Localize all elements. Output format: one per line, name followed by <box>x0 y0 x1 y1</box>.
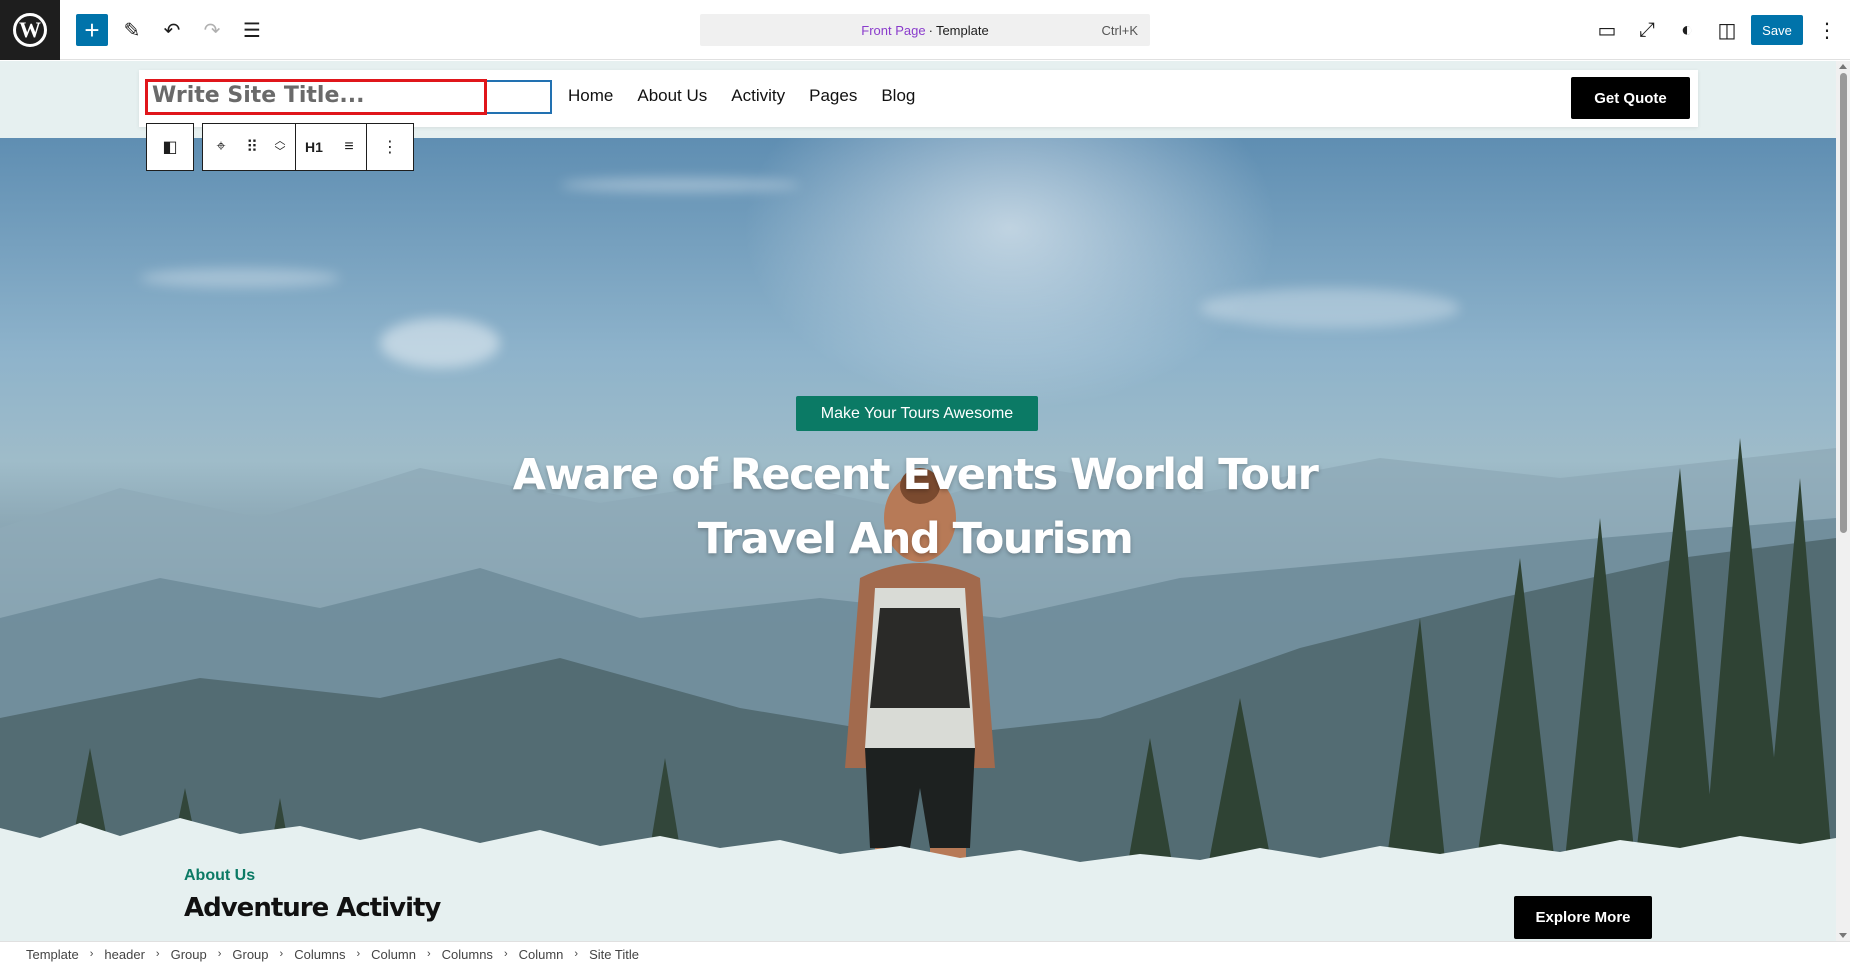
chevron-right-icon: › <box>155 948 160 960</box>
torn-paper-edge <box>0 818 1836 908</box>
command-palette-bar[interactable]: Front Page · Template Ctrl+K <box>700 14 1150 46</box>
list-view-icon: ☰ <box>243 19 261 42</box>
heading-level-button[interactable]: H1 <box>296 124 332 170</box>
options-button[interactable]: ⋮ <box>1811 14 1843 46</box>
contrast-icon: ◐ <box>1680 18 1694 41</box>
location-pin-icon: ⌖ <box>216 138 226 155</box>
scroll-down-arrow[interactable] <box>1839 933 1847 938</box>
block-options-button[interactable]: ⋮ <box>367 124 413 170</box>
columns-icon: ◧ <box>162 139 178 156</box>
align-button[interactable]: ≡ <box>332 124 366 170</box>
cloud-shape <box>140 268 340 288</box>
chevron-right-icon: › <box>574 948 579 960</box>
plus-icon: + <box>84 15 100 45</box>
nav-item-activity[interactable]: Activity <box>731 86 785 106</box>
nav-item-pages[interactable]: Pages <box>809 86 857 106</box>
breadcrumb-item[interactable]: header <box>104 947 144 962</box>
pencil-icon: ✎ <box>123 19 141 42</box>
chevron-right-icon: › <box>279 948 284 960</box>
settings-sidebar-button[interactable]: ◫ <box>1711 14 1743 46</box>
chevron-right-icon: › <box>356 948 361 960</box>
canvas-scrollbar[interactable] <box>1836 61 1850 941</box>
undo-button[interactable]: ↶ <box>156 14 188 46</box>
hero-badge-button[interactable]: Make Your Tours Awesome <box>796 396 1038 431</box>
redo-button[interactable]: ↷ <box>196 14 228 46</box>
about-heading[interactable]: Adventure Activity <box>184 893 441 923</box>
wordpress-logo-icon: W <box>13 13 47 47</box>
editor-canvas: Make Your Tours Awesome Aware of Recent … <box>0 61 1836 941</box>
scroll-up-arrow[interactable] <box>1839 64 1847 69</box>
fullscreen-button[interactable]: ⤢ <box>1631 14 1663 46</box>
select-parent-button[interactable]: ◧ <box>147 124 193 170</box>
chevron-right-icon: › <box>426 948 431 960</box>
hero-cover[interactable]: Make Your Tours Awesome Aware of Recent … <box>0 138 1836 908</box>
get-quote-button[interactable]: Get Quote <box>1571 77 1690 119</box>
nav-item-blog[interactable]: Blog <box>881 86 915 106</box>
breadcrumb-item[interactable]: Column <box>519 947 564 962</box>
wordpress-logo-button[interactable]: W <box>0 0 60 60</box>
drag-handle[interactable]: ⠿ <box>239 124 265 170</box>
sidebar-icon: ◫ <box>1717 19 1737 42</box>
tools-button[interactable]: ✎ <box>116 14 148 46</box>
nav-item-about-us[interactable]: About Us <box>637 86 707 106</box>
block-controls-group: ⌖ ⠿ ︿ ﹀ H1 ≡ ⋮ <box>202 123 414 171</box>
desktop-icon: ▭ <box>1597 19 1617 42</box>
document-type: Template <box>935 22 989 38</box>
save-button[interactable]: Save <box>1751 15 1803 45</box>
drag-icon: ⠿ <box>246 139 258 156</box>
align-left-icon: ≡ <box>344 138 354 155</box>
breadcrumb-item[interactable]: Columns <box>442 947 493 962</box>
cloud-shape <box>560 178 800 192</box>
main-navigation: Home About Us Activity Pages Blog <box>568 86 915 106</box>
nav-item-home[interactable]: Home <box>568 86 613 106</box>
title-separator: · <box>928 22 933 38</box>
vertical-ellipsis-icon: ⋮ <box>1817 19 1837 42</box>
breadcrumb-item[interactable]: Group <box>232 947 268 962</box>
command-shortcut: Ctrl+K <box>1101 22 1138 38</box>
move-block-buttons[interactable]: ︿ ﹀ <box>265 124 295 170</box>
breadcrumb-item[interactable]: Column <box>371 947 416 962</box>
block-type-button[interactable]: ⌖ <box>203 124 239 170</box>
fullscreen-icon: ⤢ <box>1639 18 1655 41</box>
breadcrumb-item[interactable]: Group <box>171 947 207 962</box>
chevron-right-icon: › <box>503 948 508 960</box>
chevron-down-icon[interactable]: ﹀ <box>275 147 286 158</box>
selection-highlight <box>145 79 487 115</box>
undo-icon: ↶ <box>163 19 181 42</box>
breadcrumb-item[interactable]: Columns <box>294 947 345 962</box>
about-subheading[interactable]: About Us <box>184 867 255 885</box>
block-breadcrumb: Template › header › Group › Group › Columns ›… <box>0 941 1850 966</box>
chevron-right-icon: › <box>89 948 94 960</box>
parent-block-group: ◧ <box>146 123 194 171</box>
breadcrumb-item-current[interactable]: Site Title <box>589 947 639 962</box>
preview-device-button[interactable]: ▭ <box>1591 14 1623 46</box>
styles-button[interactable]: ◐ <box>1671 14 1703 46</box>
explore-more-button[interactable]: Explore More <box>1514 896 1652 939</box>
document-overview-button[interactable]: ☰ <box>236 14 268 46</box>
editor-toolbar: W + ✎ ↶ ↷ ☰ Front Page · Template Ctrl+K… <box>0 0 1850 60</box>
redo-icon: ↷ <box>203 19 221 42</box>
block-toolbar: ◧ ⌖ ⠿ ︿ ﹀ H1 ≡ ⋮ <box>146 123 414 171</box>
breadcrumb-item[interactable]: Template <box>26 947 79 962</box>
add-block-button[interactable]: + <box>76 14 108 46</box>
vertical-ellipsis-icon: ⋮ <box>382 139 398 156</box>
scroll-thumb[interactable] <box>1840 73 1847 533</box>
hero-heading[interactable]: Aware of Recent Events World Tour Travel… <box>440 443 1390 571</box>
document-title: Front Page <box>861 22 926 38</box>
chevron-right-icon: › <box>217 948 222 960</box>
